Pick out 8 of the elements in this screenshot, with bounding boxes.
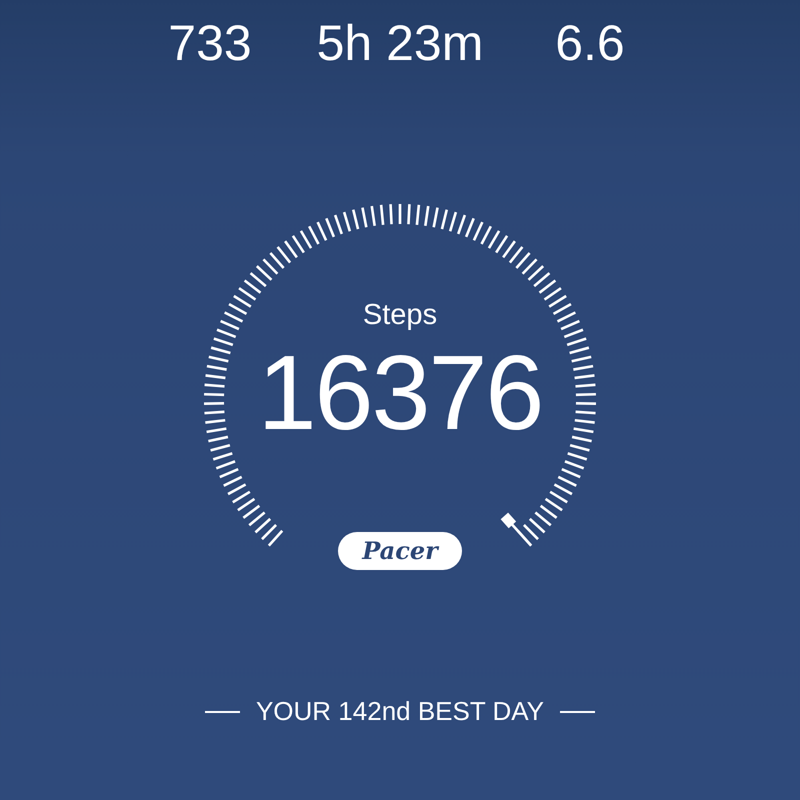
stat-value: 5h 23m — [316, 15, 484, 71]
step-count: 16376 — [258, 334, 542, 452]
stat-value: 733 — [168, 15, 252, 71]
gauge-label: Steps — [362, 299, 438, 331]
logo: Pacer — [338, 532, 462, 570]
stat-value: 6.6 — [555, 15, 625, 71]
best-day-text: YOUR 142nd BEST DAY — [256, 695, 544, 728]
progress-marker — [500, 512, 532, 547]
